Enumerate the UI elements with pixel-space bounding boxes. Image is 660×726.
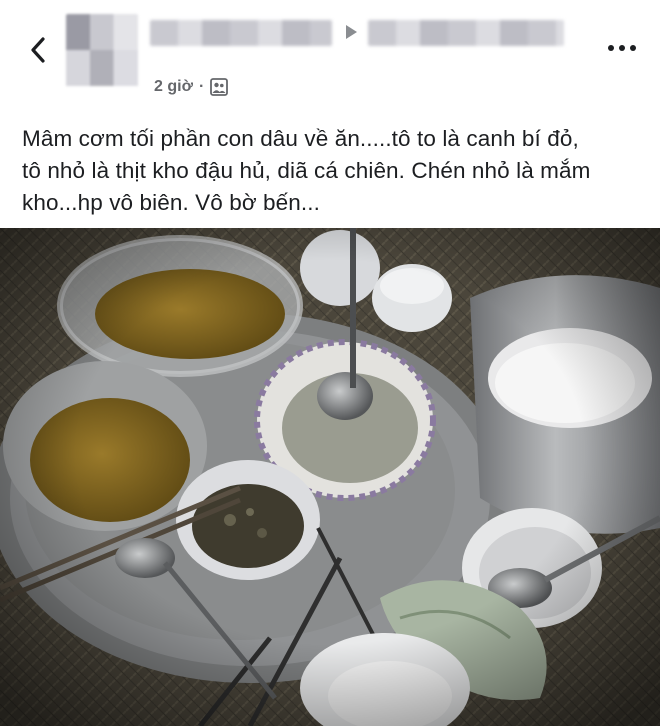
back-button[interactable] <box>22 30 54 70</box>
author-name-redacted[interactable] <box>150 20 332 46</box>
post-header: 2 giờ · <box>0 0 660 110</box>
meal-tray-photo <box>0 228 660 726</box>
friends-audience-icon[interactable] <box>210 78 229 96</box>
post-time[interactable]: 2 giờ <box>154 78 193 96</box>
meta-separator: · <box>198 78 205 95</box>
chevron-left-icon <box>31 37 45 63</box>
more-horizontal-icon <box>608 45 636 51</box>
post-meta: 2 giờ · <box>154 76 229 98</box>
post-photo[interactable] <box>0 228 660 726</box>
post-text: Mâm cơm tối phần con dâu về ăn.....tô to… <box>22 126 591 215</box>
group-name-redacted[interactable] <box>368 20 564 46</box>
avatar[interactable] <box>66 14 138 86</box>
more-options-button[interactable] <box>604 36 640 60</box>
triangle-right-icon <box>341 22 361 42</box>
